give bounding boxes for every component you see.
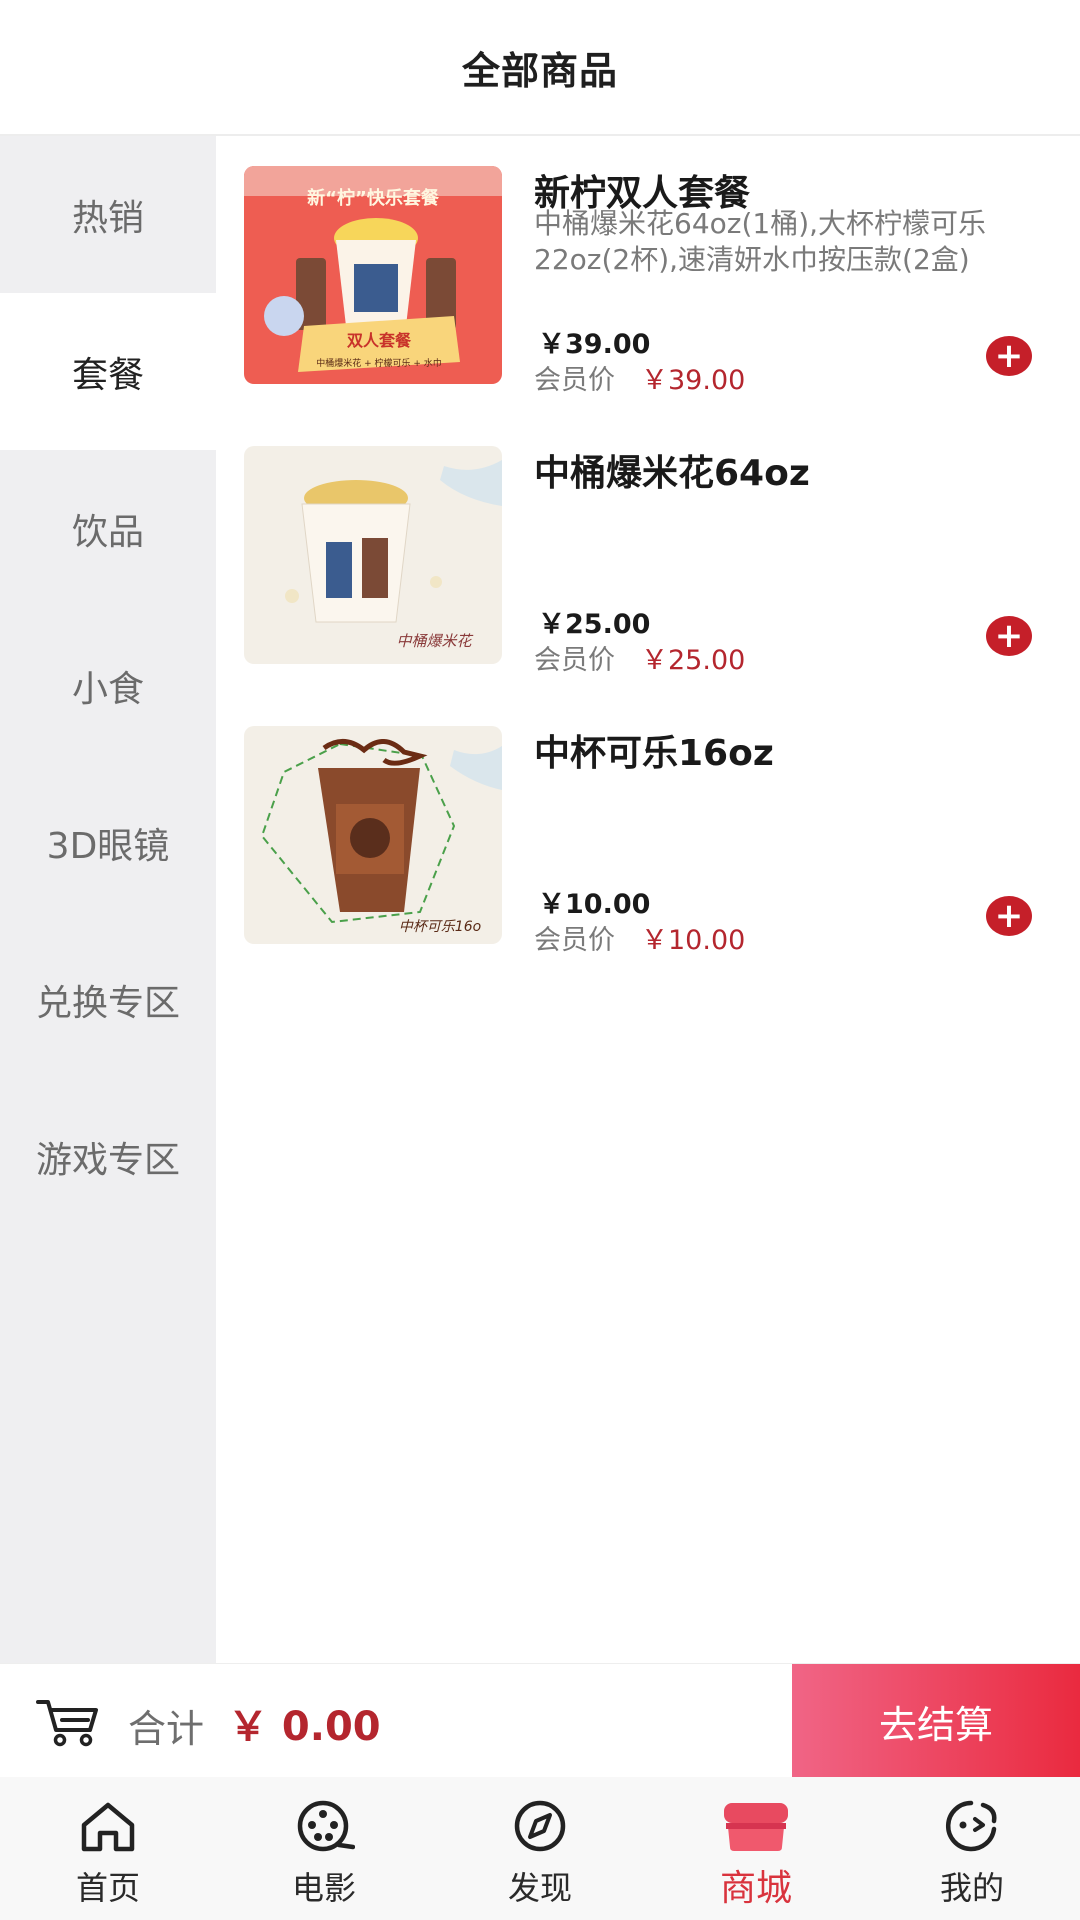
add-to-cart-button[interactable]: +: [986, 336, 1032, 376]
category-redeem[interactable]: 兑换专区: [0, 921, 216, 1078]
profile-face-icon: [945, 1800, 999, 1852]
tab-store-label: 商城: [719, 1868, 792, 1909]
member-price-label: 会员价: [534, 365, 615, 396]
tab-discover[interactable]: 发现: [432, 1777, 648, 1920]
product-description: 中桶爆米花64oz(1桶),大杯柠檬可乐22oz(2杯),速清妍水巾按压款(2盒…: [534, 207, 987, 276]
combo-image-subtitle: 中桶爆米花 + 柠檬可乐 + 水巾: [316, 357, 442, 369]
product-image-cola[interactable]: 中杯可乐16o: [244, 726, 502, 944]
product-item[interactable]: 中桶爆米花 中桶爆米花64oz ￥25.00 会员价 ￥25.00 +: [216, 416, 1080, 696]
category-games[interactable]: 游戏专区: [0, 1078, 216, 1235]
product-name: 中杯可乐16oz: [534, 733, 774, 774]
checkout-button[interactable]: 去结算: [792, 1664, 1080, 1778]
product-name: 中桶爆米花64oz: [534, 453, 810, 494]
category-hot[interactable]: 热销: [0, 136, 216, 293]
category-3d-glasses[interactable]: 3D眼镜: [0, 764, 216, 921]
product-item[interactable]: 新“柠”快乐套餐 双人套餐 中桶爆米花 + 柠檬可乐 + 水巾 新柠双人套餐 中…: [216, 136, 1080, 416]
product-image-combo[interactable]: 新“柠”快乐套餐 双人套餐 中桶爆米花 + 柠檬可乐 + 水巾: [244, 166, 502, 384]
tab-movie[interactable]: 电影: [216, 1777, 432, 1920]
member-price-label: 会员价: [534, 645, 615, 676]
compass-icon: [514, 1800, 566, 1852]
top-bar: 全部商品: [0, 0, 1080, 136]
plus-icon: +: [994, 336, 1024, 376]
tab-discover-label: 发现: [507, 1869, 572, 1907]
tab-home[interactable]: 首页: [0, 1777, 216, 1920]
tab-store[interactable]: 商城: [648, 1777, 864, 1920]
category-sidebar: 热销 套餐 饮品 小食 3D眼镜 兑换专区 游戏专区: [0, 136, 216, 1663]
add-to-cart-button[interactable]: +: [986, 616, 1032, 656]
category-combo[interactable]: 套餐: [0, 293, 216, 450]
member-price-row: 会员价 ￥25.00: [534, 638, 745, 677]
member-price-label: 会员价: [534, 925, 615, 956]
plus-icon: +: [994, 616, 1024, 656]
member-price-value: ￥39.00: [641, 365, 746, 396]
member-price-value: ￥10.00: [641, 925, 746, 956]
product-price: ￥39.00: [538, 329, 651, 360]
cola-image-caption: 中杯可乐16o: [399, 919, 481, 935]
category-snacks[interactable]: 小食: [0, 607, 216, 764]
add-to-cart-button[interactable]: +: [986, 896, 1032, 936]
home-icon: [81, 1802, 135, 1852]
combo-image-banner: 双人套餐: [347, 331, 412, 350]
member-price-row: 会员价 ￥10.00: [534, 918, 745, 957]
film-reel-icon: [297, 1800, 355, 1852]
bottom-tab-bar: 首页 电影 发现 商城 我的: [0, 1777, 1080, 1920]
popcorn-image: 中桶爆米花: [244, 446, 502, 664]
product-price: ￥10.00: [538, 889, 651, 920]
cart-bar: 合计 ￥ 0.00 去结算: [0, 1663, 1080, 1778]
tab-movie-label: 电影: [291, 1869, 356, 1907]
tab-profile[interactable]: 我的: [864, 1777, 1080, 1920]
product-item[interactable]: 中杯可乐16o 中杯可乐16oz ￥10.00 会员价 ￥10.00 +: [216, 696, 1080, 976]
page-title: 全部商品: [461, 48, 618, 93]
plus-icon: +: [994, 896, 1024, 936]
combo-image: 新“柠”快乐套餐 双人套餐 中桶爆米花 + 柠檬可乐 + 水巾: [244, 166, 502, 384]
category-drinks[interactable]: 饮品: [0, 450, 216, 607]
combo-image-title: 新“柠”快乐套餐: [307, 187, 440, 209]
total-label: 合计: [128, 1707, 205, 1751]
member-price-value: ￥25.00: [641, 645, 746, 676]
member-price-row: 会员价 ￥39.00: [534, 358, 745, 397]
tab-home-label: 首页: [75, 1869, 140, 1907]
store-icon: [724, 1803, 788, 1851]
total-amount: ￥ 0.00: [228, 1704, 381, 1750]
product-image-popcorn[interactable]: 中桶爆米花: [244, 446, 502, 664]
product-price: ￥25.00: [538, 609, 651, 640]
product-list: 新“柠”快乐套餐 双人套餐 中桶爆米花 + 柠檬可乐 + 水巾 新柠双人套餐 中…: [216, 136, 1080, 976]
popcorn-image-caption: 中桶爆米花: [396, 632, 473, 650]
shopping-cart-icon[interactable]: [36, 1696, 102, 1748]
cola-image: 中杯可乐16o: [244, 726, 502, 944]
tab-profile-label: 我的: [939, 1869, 1004, 1907]
